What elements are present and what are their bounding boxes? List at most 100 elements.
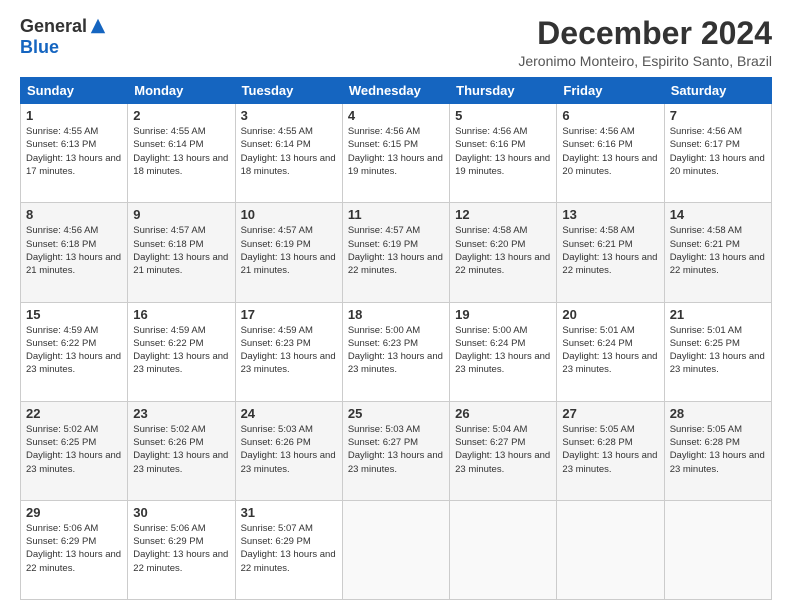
table-row: 25 Sunrise: 5:03 AMSunset: 6:27 PMDaylig… — [342, 401, 449, 500]
day-number: 19 — [455, 307, 551, 322]
day-info: Sunrise: 4:56 AMSunset: 6:17 PMDaylight:… — [670, 125, 766, 178]
location: Jeronimo Monteiro, Espirito Santo, Brazi… — [518, 53, 772, 69]
day-number: 21 — [670, 307, 766, 322]
table-row: 7 Sunrise: 4:56 AMSunset: 6:17 PMDayligh… — [664, 104, 771, 203]
calendar-week-row: 22 Sunrise: 5:02 AMSunset: 6:25 PMDaylig… — [21, 401, 772, 500]
day-number: 17 — [241, 307, 337, 322]
table-row: 15 Sunrise: 4:59 AMSunset: 6:22 PMDaylig… — [21, 302, 128, 401]
calendar-week-row: 29 Sunrise: 5:06 AMSunset: 6:29 PMDaylig… — [21, 500, 772, 599]
day-number: 1 — [26, 108, 122, 123]
table-row: 30 Sunrise: 5:06 AMSunset: 6:29 PMDaylig… — [128, 500, 235, 599]
table-row: 19 Sunrise: 5:00 AMSunset: 6:24 PMDaylig… — [450, 302, 557, 401]
day-number: 28 — [670, 406, 766, 421]
logo-icon — [89, 17, 107, 35]
header-row: Sunday Monday Tuesday Wednesday Thursday… — [21, 78, 772, 104]
day-number: 15 — [26, 307, 122, 322]
logo-blue-text: Blue — [20, 37, 59, 58]
table-row: 29 Sunrise: 5:06 AMSunset: 6:29 PMDaylig… — [21, 500, 128, 599]
table-row — [342, 500, 449, 599]
table-row: 22 Sunrise: 5:02 AMSunset: 6:25 PMDaylig… — [21, 401, 128, 500]
table-row: 4 Sunrise: 4:56 AMSunset: 6:15 PMDayligh… — [342, 104, 449, 203]
table-row: 14 Sunrise: 4:58 AMSunset: 6:21 PMDaylig… — [664, 203, 771, 302]
table-row — [664, 500, 771, 599]
day-info: Sunrise: 4:55 AMSunset: 6:14 PMDaylight:… — [133, 125, 229, 178]
day-info: Sunrise: 5:03 AMSunset: 6:27 PMDaylight:… — [348, 423, 444, 476]
table-row: 10 Sunrise: 4:57 AMSunset: 6:19 PMDaylig… — [235, 203, 342, 302]
day-number: 13 — [562, 207, 658, 222]
day-number: 7 — [670, 108, 766, 123]
day-number: 31 — [241, 505, 337, 520]
table-row: 16 Sunrise: 4:59 AMSunset: 6:22 PMDaylig… — [128, 302, 235, 401]
calendar-table: Sunday Monday Tuesday Wednesday Thursday… — [20, 77, 772, 600]
table-row: 8 Sunrise: 4:56 AMSunset: 6:18 PMDayligh… — [21, 203, 128, 302]
col-thursday: Thursday — [450, 78, 557, 104]
day-info: Sunrise: 4:58 AMSunset: 6:20 PMDaylight:… — [455, 224, 551, 277]
day-info: Sunrise: 4:57 AMSunset: 6:19 PMDaylight:… — [348, 224, 444, 277]
day-number: 11 — [348, 207, 444, 222]
day-info: Sunrise: 4:58 AMSunset: 6:21 PMDaylight:… — [670, 224, 766, 277]
day-number: 18 — [348, 307, 444, 322]
day-info: Sunrise: 5:03 AMSunset: 6:26 PMDaylight:… — [241, 423, 337, 476]
day-number: 9 — [133, 207, 229, 222]
day-info: Sunrise: 4:59 AMSunset: 6:22 PMDaylight:… — [133, 324, 229, 377]
day-info: Sunrise: 5:07 AMSunset: 6:29 PMDaylight:… — [241, 522, 337, 575]
table-row: 12 Sunrise: 4:58 AMSunset: 6:20 PMDaylig… — [450, 203, 557, 302]
table-row: 18 Sunrise: 5:00 AMSunset: 6:23 PMDaylig… — [342, 302, 449, 401]
calendar-page: General Blue December 2024 Jeronimo Mont… — [0, 0, 792, 612]
day-number: 25 — [348, 406, 444, 421]
day-number: 23 — [133, 406, 229, 421]
day-number: 26 — [455, 406, 551, 421]
day-number: 10 — [241, 207, 337, 222]
day-number: 4 — [348, 108, 444, 123]
day-info: Sunrise: 4:55 AMSunset: 6:14 PMDaylight:… — [241, 125, 337, 178]
col-monday: Monday — [128, 78, 235, 104]
day-info: Sunrise: 5:02 AMSunset: 6:25 PMDaylight:… — [26, 423, 122, 476]
table-row — [450, 500, 557, 599]
day-info: Sunrise: 4:57 AMSunset: 6:18 PMDaylight:… — [133, 224, 229, 277]
table-row: 21 Sunrise: 5:01 AMSunset: 6:25 PMDaylig… — [664, 302, 771, 401]
table-row: 31 Sunrise: 5:07 AMSunset: 6:29 PMDaylig… — [235, 500, 342, 599]
day-info: Sunrise: 5:06 AMSunset: 6:29 PMDaylight:… — [26, 522, 122, 575]
col-saturday: Saturday — [664, 78, 771, 104]
table-row — [557, 500, 664, 599]
logo-general-text: General — [20, 16, 87, 37]
day-info: Sunrise: 4:56 AMSunset: 6:15 PMDaylight:… — [348, 125, 444, 178]
day-info: Sunrise: 4:59 AMSunset: 6:23 PMDaylight:… — [241, 324, 337, 377]
col-wednesday: Wednesday — [342, 78, 449, 104]
day-info: Sunrise: 5:04 AMSunset: 6:27 PMDaylight:… — [455, 423, 551, 476]
day-number: 29 — [26, 505, 122, 520]
table-row: 23 Sunrise: 5:02 AMSunset: 6:26 PMDaylig… — [128, 401, 235, 500]
calendar-week-row: 15 Sunrise: 4:59 AMSunset: 6:22 PMDaylig… — [21, 302, 772, 401]
day-number: 2 — [133, 108, 229, 123]
day-info: Sunrise: 5:05 AMSunset: 6:28 PMDaylight:… — [562, 423, 658, 476]
day-number: 8 — [26, 207, 122, 222]
day-number: 14 — [670, 207, 766, 222]
day-info: Sunrise: 5:01 AMSunset: 6:25 PMDaylight:… — [670, 324, 766, 377]
logo: General Blue — [20, 16, 107, 58]
table-row: 9 Sunrise: 4:57 AMSunset: 6:18 PMDayligh… — [128, 203, 235, 302]
col-tuesday: Tuesday — [235, 78, 342, 104]
table-row: 17 Sunrise: 4:59 AMSunset: 6:23 PMDaylig… — [235, 302, 342, 401]
table-row: 1 Sunrise: 4:55 AMSunset: 6:13 PMDayligh… — [21, 104, 128, 203]
table-row: 28 Sunrise: 5:05 AMSunset: 6:28 PMDaylig… — [664, 401, 771, 500]
day-number: 27 — [562, 406, 658, 421]
table-row: 2 Sunrise: 4:55 AMSunset: 6:14 PMDayligh… — [128, 104, 235, 203]
table-row: 6 Sunrise: 4:56 AMSunset: 6:16 PMDayligh… — [557, 104, 664, 203]
day-info: Sunrise: 4:56 AMSunset: 6:18 PMDaylight:… — [26, 224, 122, 277]
day-number: 20 — [562, 307, 658, 322]
day-info: Sunrise: 5:00 AMSunset: 6:24 PMDaylight:… — [455, 324, 551, 377]
table-row: 20 Sunrise: 5:01 AMSunset: 6:24 PMDaylig… — [557, 302, 664, 401]
month-title: December 2024 — [518, 16, 772, 51]
day-number: 30 — [133, 505, 229, 520]
day-info: Sunrise: 5:01 AMSunset: 6:24 PMDaylight:… — [562, 324, 658, 377]
col-friday: Friday — [557, 78, 664, 104]
table-row: 11 Sunrise: 4:57 AMSunset: 6:19 PMDaylig… — [342, 203, 449, 302]
day-number: 24 — [241, 406, 337, 421]
day-info: Sunrise: 5:02 AMSunset: 6:26 PMDaylight:… — [133, 423, 229, 476]
calendar-week-row: 8 Sunrise: 4:56 AMSunset: 6:18 PMDayligh… — [21, 203, 772, 302]
day-info: Sunrise: 5:05 AMSunset: 6:28 PMDaylight:… — [670, 423, 766, 476]
col-sunday: Sunday — [21, 78, 128, 104]
day-number: 16 — [133, 307, 229, 322]
header: General Blue December 2024 Jeronimo Mont… — [20, 16, 772, 69]
day-info: Sunrise: 4:58 AMSunset: 6:21 PMDaylight:… — [562, 224, 658, 277]
